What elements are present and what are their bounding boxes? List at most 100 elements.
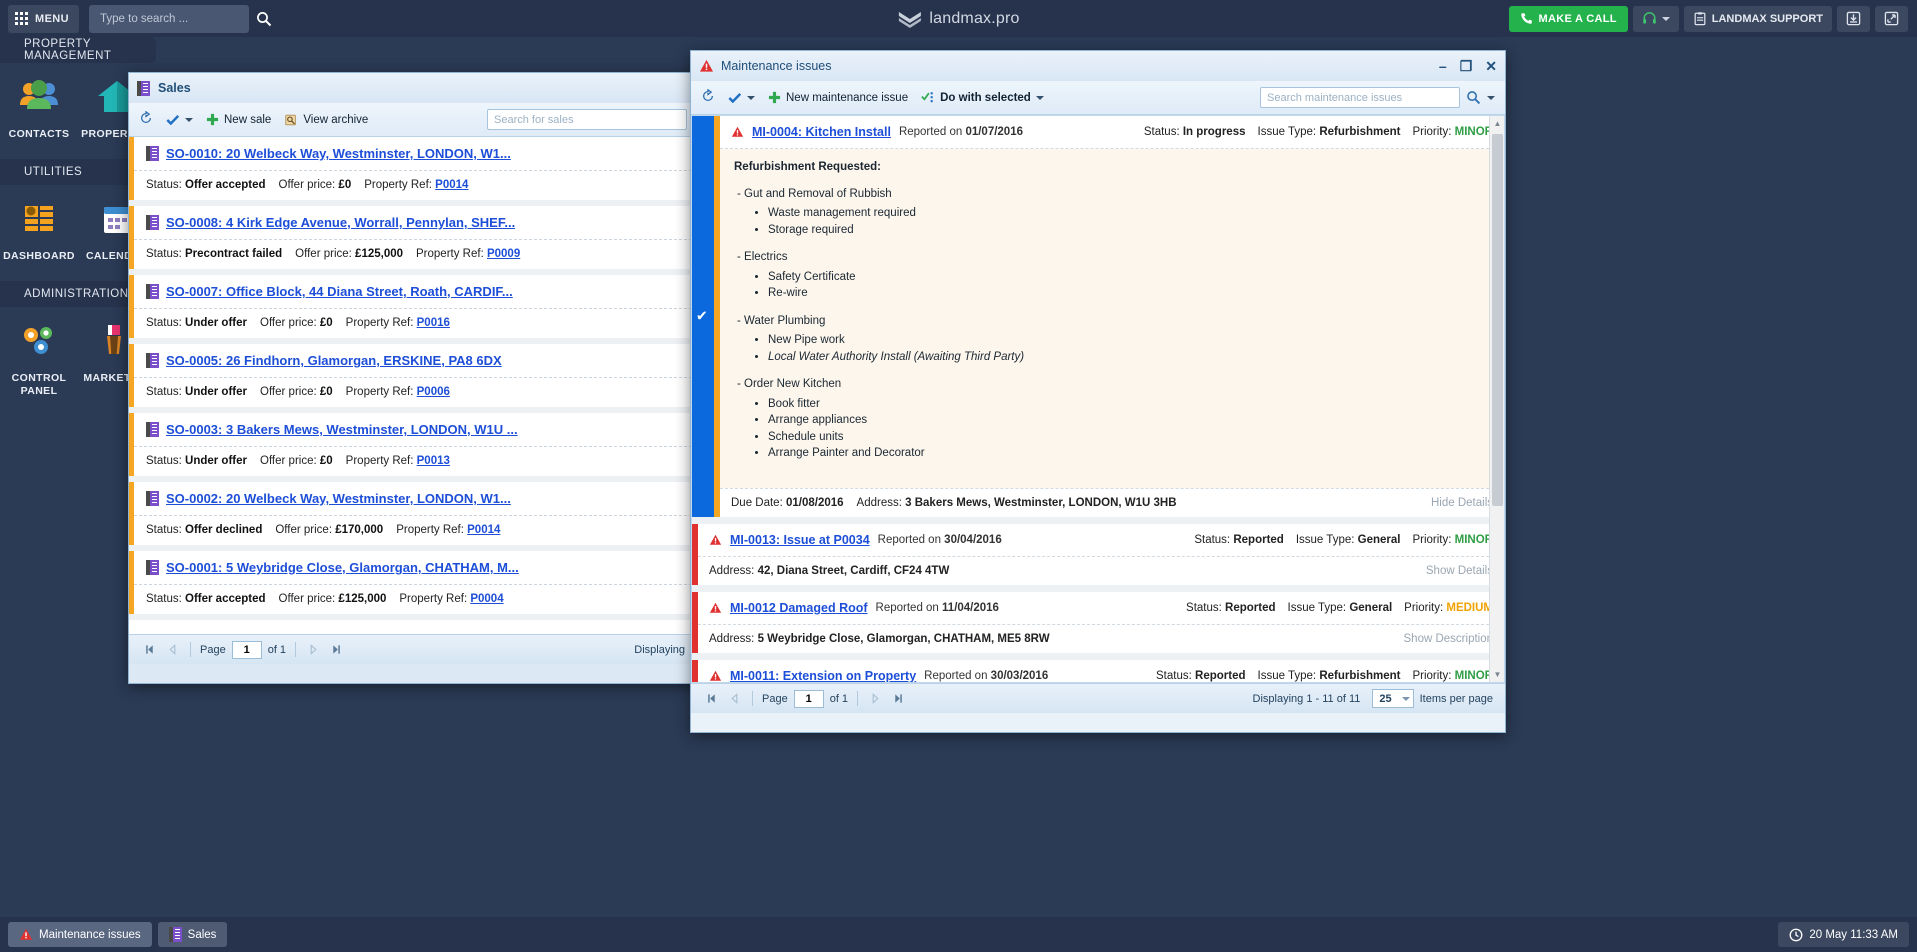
reported-date: 30/04/2016	[944, 534, 1002, 546]
divider	[190, 642, 191, 657]
warning-icon	[731, 126, 744, 138]
sale-link[interactable]: SO-0010: 20 Welbeck Way, Westminster, LO…	[166, 146, 511, 161]
close-button[interactable]: ✕	[1485, 59, 1497, 73]
list-item[interactable]: MI-0011: Extension on Property Reported …	[692, 660, 1504, 683]
sale-row-title[interactable]: SO-0007: Office Block, 44 Diana Street, …	[134, 275, 697, 309]
status-label: Status:	[146, 179, 182, 191]
prev-page-button[interactable]	[726, 690, 743, 707]
download-button[interactable]	[1837, 6, 1870, 32]
view-archive-button[interactable]: View archive	[284, 113, 368, 127]
taskbar-item-sales[interactable]: Sales	[158, 922, 228, 947]
view-archive-label: View archive	[303, 114, 368, 126]
sale-link[interactable]: SO-0002: 20 Welbeck Way, Westminster, LO…	[166, 491, 511, 506]
sidebar-item-control-panel[interactable]: CONTROL PANEL	[0, 321, 78, 398]
sidebar-item-contacts[interactable]: CONTACTS	[0, 77, 78, 141]
page-input[interactable]	[232, 641, 262, 659]
sale-link[interactable]: SO-0001: 5 Weybridge Close, Glamorgan, C…	[166, 560, 519, 575]
sales-window-titlebar: Sales	[129, 73, 697, 103]
table-row[interactable]: SO-0008: 4 Kirk Edge Avenue, Worrall, Pe…	[129, 206, 697, 275]
fullscreen-button[interactable]	[1875, 6, 1908, 32]
table-row[interactable]: SO-0010: 20 Welbeck Way, Westminster, LO…	[129, 137, 697, 206]
minimize-button[interactable]: –	[1439, 59, 1447, 73]
table-row[interactable]: SO-0001: 5 Weybridge Close, Glamorgan, C…	[129, 551, 697, 620]
landmax-support-button[interactable]: LANDMAX SUPPORT	[1684, 6, 1832, 32]
issue-footer: Address: 5 Weybridge Close, Glamorgan, C…	[698, 625, 1504, 653]
maintenance-search[interactable]	[1260, 87, 1495, 108]
do-with-selected-dropdown[interactable]: Do with selected	[921, 91, 1044, 104]
issue-link[interactable]: MI-0011: Extension on Property	[730, 669, 916, 683]
last-page-button[interactable]	[890, 690, 907, 707]
prev-page-button[interactable]	[164, 641, 181, 658]
global-search[interactable]	[89, 5, 249, 33]
headset-dropdown-button[interactable]	[1633, 6, 1679, 32]
row-selection-indicator[interactable]: ✔	[692, 116, 714, 517]
page-input[interactable]	[794, 690, 824, 708]
maintenance-search-input[interactable]	[1260, 87, 1460, 108]
scroll-up-arrow[interactable]: ▲	[1490, 116, 1505, 131]
last-page-button[interactable]	[328, 641, 345, 658]
table-row[interactable]: SO-0002: 20 Welbeck Way, Westminster, LO…	[129, 482, 697, 551]
sale-row-title[interactable]: SO-0003: 3 Bakers Mews, Westminster, LON…	[134, 413, 697, 447]
sale-row-title[interactable]: SO-0005: 26 Findhorn, Glamorgan, ERSKINE…	[134, 344, 697, 378]
address-label: Address:	[709, 565, 754, 577]
property-ref-link[interactable]: P0014	[435, 179, 468, 191]
sale-link[interactable]: SO-0008: 4 Kirk Edge Avenue, Worrall, Pe…	[166, 215, 515, 230]
table-row[interactable]: SO-0007: Office Block, 44 Diana Street, …	[129, 275, 697, 344]
new-maintenance-issue-button[interactable]: New maintenance issue	[768, 91, 908, 104]
description-group: - Water Plumbing	[734, 314, 1490, 330]
page-total: of 1	[830, 693, 848, 705]
sale-link[interactable]: SO-0005: 26 Findhorn, Glamorgan, ERSKINE…	[166, 353, 502, 368]
grid-icon	[15, 12, 28, 25]
property-ref-link[interactable]: P0006	[417, 386, 450, 398]
scrollbar-thumb[interactable]	[1492, 134, 1503, 506]
toggle-details-link[interactable]: Hide Details	[1431, 497, 1493, 509]
sale-row-title[interactable]: SO-0010: 20 Welbeck Way, Westminster, LO…	[134, 137, 697, 171]
list-item[interactable]: MI-0013: Issue at P0034 Reported on 30/0…	[692, 524, 1504, 592]
table-row[interactable]: SO-0003: 3 Bakers Mews, Westminster, LON…	[129, 413, 697, 482]
taskbar-item-maintenance-issues[interactable]: Maintenance issues	[8, 922, 152, 947]
select-all-dropdown[interactable]	[728, 92, 755, 104]
sale-row-title[interactable]: SO-0001: 5 Weybridge Close, Glamorgan, C…	[134, 551, 697, 585]
search-icon[interactable]	[1466, 90, 1481, 105]
property-ref-link[interactable]: P0014	[467, 524, 500, 536]
sales-list: SO-0010: 20 Welbeck Way, Westminster, LO…	[129, 137, 697, 634]
toggle-details-link[interactable]: Show Details	[1426, 565, 1493, 577]
issue-link[interactable]: MI-0013: Issue at P0034	[730, 533, 870, 547]
table-row[interactable]: SO-0005: 26 Findhorn, Glamorgan, ERSKINE…	[129, 344, 697, 413]
sale-link[interactable]: SO-0003: 3 Bakers Mews, Westminster, LON…	[166, 422, 518, 437]
maximize-button[interactable]: ❐	[1460, 59, 1473, 73]
first-page-button[interactable]	[141, 641, 158, 658]
scroll-down-arrow[interactable]: ▼	[1490, 667, 1505, 682]
next-page-button[interactable]	[305, 641, 322, 658]
issue-link[interactable]: MI-0004: Kitchen Install	[752, 125, 891, 139]
next-page-button[interactable]	[867, 690, 884, 707]
refresh-icon[interactable]	[701, 89, 715, 106]
sale-row-title[interactable]: SO-0002: 20 Welbeck Way, Westminster, LO…	[134, 482, 697, 516]
page-size-select[interactable]: 25	[1372, 689, 1413, 708]
sidebar-item-dashboard[interactable]: DASHBOARD	[0, 199, 78, 263]
sale-row-meta: Status: Offer declined Offer price: £170…	[134, 516, 697, 545]
list-item[interactable]: ✔ MI-0004: Kitchen Install Reported on 0…	[692, 116, 1504, 524]
issue-link[interactable]: MI-0012 Damaged Roof	[730, 601, 868, 615]
chevron-down-icon[interactable]	[1487, 96, 1495, 100]
select-all-dropdown[interactable]	[166, 114, 193, 126]
reported-date: 30/03/2016	[991, 670, 1049, 682]
property-ref-link[interactable]: P0004	[470, 593, 503, 605]
menu-button[interactable]: MENU	[8, 5, 79, 33]
sales-search-input[interactable]	[487, 109, 687, 130]
sale-row-title[interactable]: SO-0008: 4 Kirk Edge Avenue, Worrall, Pe…	[134, 206, 697, 240]
property-ref-link[interactable]: P0013	[417, 455, 450, 467]
vertical-scrollbar[interactable]: ▲ ▼	[1489, 116, 1504, 682]
property-ref-link[interactable]: P0009	[487, 248, 520, 260]
sales-search[interactable]	[487, 109, 687, 130]
first-page-button[interactable]	[703, 690, 720, 707]
make-a-call-button[interactable]: MAKE A CALL	[1509, 6, 1628, 32]
search-input[interactable]	[98, 12, 256, 26]
list-item[interactable]: MI-0012 Damaged Roof Reported on 11/04/2…	[692, 592, 1504, 660]
sale-link[interactable]: SO-0007: Office Block, 44 Diana Street, …	[166, 284, 513, 299]
search-icon[interactable]	[256, 11, 272, 27]
toggle-details-link[interactable]: Show Description	[1404, 633, 1493, 645]
property-ref-link[interactable]: P0016	[417, 317, 450, 329]
new-sale-button[interactable]: New sale	[206, 113, 271, 126]
refresh-icon[interactable]	[139, 111, 153, 128]
